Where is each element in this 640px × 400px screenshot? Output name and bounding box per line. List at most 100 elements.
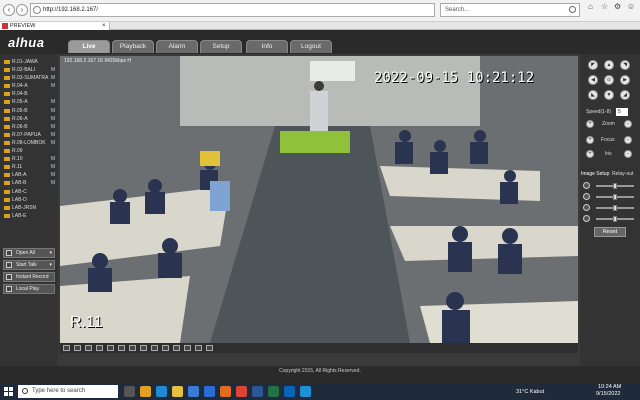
iris-open-button[interactable]: +: [586, 150, 594, 158]
channel-stream-type[interactable]: M: [51, 163, 55, 171]
outlook-icon[interactable]: [284, 386, 295, 397]
address-bar[interactable]: http://192.168.2.167/: [30, 3, 435, 17]
video-feed[interactable]: 192.168.2.167 16 9420kbps H 2022-09-15 1…: [60, 56, 578, 343]
grid-4-icon[interactable]: [74, 345, 81, 351]
channel-stream-type[interactable]: M: [51, 139, 55, 147]
channel-stream-type[interactable]: M: [51, 171, 55, 179]
layout-icon[interactable]: [129, 345, 136, 351]
file-explorer-icon[interactable]: [172, 386, 183, 397]
audio-icon[interactable]: [173, 345, 180, 351]
channel-stream-type[interactable]: M: [51, 131, 55, 139]
channel-item[interactable]: R.06-B M: [3, 123, 57, 131]
image-slider[interactable]: [596, 205, 634, 211]
channel-item[interactable]: LAB-C: [3, 188, 57, 196]
chrome-icon[interactable]: [236, 386, 247, 397]
start-talk-button[interactable]: Start Talk ▾: [3, 260, 55, 270]
pan-right-button[interactable]: ▶: [620, 75, 630, 85]
focus-far-button[interactable]: -: [624, 136, 632, 144]
tab-setup[interactable]: Setup: [200, 40, 242, 53]
mail-icon[interactable]: [204, 386, 215, 397]
channel-stream-type[interactable]: M: [51, 66, 55, 74]
slider-handle[interactable]: [613, 205, 617, 211]
channel-stream-type[interactable]: M: [51, 98, 55, 106]
browser-tab[interactable]: PREVIEW ×: [0, 22, 110, 30]
channel-stream-type[interactable]: M: [51, 123, 55, 131]
tab-live[interactable]: Live: [68, 40, 110, 53]
snapshot-icon[interactable]: [140, 345, 147, 351]
channel-item[interactable]: R.10 M: [3, 155, 57, 163]
pan-up-button[interactable]: ▲: [604, 60, 614, 70]
firefox-icon[interactable]: [220, 386, 231, 397]
weather-widget-icon[interactable]: [140, 386, 151, 397]
channel-item[interactable]: R.08-LOMBOK M: [3, 139, 57, 147]
channel-item[interactable]: R.05-A M: [3, 98, 57, 106]
tab-alarm[interactable]: Alarm: [156, 40, 198, 53]
zoom-in-button[interactable]: +: [586, 120, 594, 128]
zoom-out-button[interactable]: -: [624, 120, 632, 128]
image-setup-tab[interactable]: Image Setup: [581, 171, 609, 177]
slider-handle[interactable]: [613, 216, 617, 222]
pan-down-button[interactable]: ▼: [604, 90, 614, 100]
channel-stream-type[interactable]: M: [51, 179, 55, 187]
channel-item[interactable]: R.01-JAWA: [3, 58, 57, 66]
channel-stream-type[interactable]: M: [51, 115, 55, 123]
tab-playback[interactable]: Playback: [112, 40, 154, 53]
channel-item[interactable]: R.03-SUMATRA M: [3, 74, 57, 82]
local-play-button[interactable]: Local Play: [3, 284, 55, 294]
channel-stream-type[interactable]: M: [51, 155, 55, 163]
channel-item[interactable]: R.09: [3, 147, 57, 155]
channel-item[interactable]: R.11 M: [3, 163, 57, 171]
image-slider[interactable]: [596, 194, 634, 200]
browser-search-input[interactable]: Search...: [440, 3, 580, 17]
record-icon[interactable]: [151, 345, 158, 351]
slider-handle[interactable]: [613, 194, 617, 200]
pan-down-left-button[interactable]: ◣: [588, 90, 598, 100]
channel-item[interactable]: LAB-A M: [3, 171, 57, 179]
settings-icon[interactable]: ⚙: [614, 2, 621, 11]
image-slider[interactable]: [596, 183, 634, 189]
channel-item[interactable]: R.04-A M: [3, 82, 57, 90]
settings-icon[interactable]: [206, 345, 213, 351]
chevron-down-icon[interactable]: ▾: [49, 249, 52, 257]
iris-close-button[interactable]: -: [624, 150, 632, 158]
grid-16-icon[interactable]: [118, 345, 125, 351]
store-icon[interactable]: [188, 386, 199, 397]
reset-button[interactable]: Reset: [594, 227, 626, 237]
pan-left-button[interactable]: ◀: [588, 75, 598, 85]
relay-out-tab[interactable]: Relay-out: [612, 171, 633, 177]
channel-item[interactable]: R.06-A M: [3, 115, 57, 123]
clock-time[interactable]: 10:24 AM: [598, 384, 621, 390]
home-icon[interactable]: ⌂: [588, 2, 593, 11]
word-icon[interactable]: [252, 386, 263, 397]
back-button[interactable]: ‹: [3, 4, 15, 16]
smiley-icon[interactable]: ☺: [627, 2, 635, 11]
channel-item[interactable]: R.07-PAPUA M: [3, 131, 57, 139]
channel-item[interactable]: R.05-B M: [3, 107, 57, 115]
image-slider[interactable]: [596, 216, 634, 222]
channel-stream-type[interactable]: M: [51, 74, 55, 82]
pan-up-left-button[interactable]: ◤: [588, 60, 598, 70]
taskbar-search-input[interactable]: Type here to search: [18, 385, 118, 398]
tab-logout[interactable]: Logout: [290, 40, 332, 53]
channel-item[interactable]: R.02-BALI M: [3, 66, 57, 74]
channel-item[interactable]: R.04-B: [3, 90, 57, 98]
excel-icon[interactable]: [268, 386, 279, 397]
slider-handle[interactable]: [613, 183, 617, 189]
channel-stream-type[interactable]: M: [51, 107, 55, 115]
grid-1-icon[interactable]: [63, 345, 70, 351]
tab-close-icon[interactable]: ×: [102, 22, 106, 30]
favorites-icon[interactable]: ☆: [601, 2, 608, 11]
speed-select[interactable]: 5: [616, 108, 628, 116]
forward-button[interactable]: ›: [16, 4, 28, 16]
ptz-center-button[interactable]: ⊙: [604, 75, 614, 85]
open-all-button[interactable]: Open All ▾: [3, 248, 55, 258]
pan-up-right-button[interactable]: ◥: [620, 60, 630, 70]
channel-item[interactable]: LAB-JRSN: [3, 204, 57, 212]
channel-item[interactable]: LAB-D: [3, 196, 57, 204]
instant-record-button[interactable]: Instant Record: [3, 272, 55, 282]
channel-item[interactable]: LAB-B M: [3, 179, 57, 187]
tab-info[interactable]: Info: [246, 40, 288, 53]
channel-stream-type[interactable]: M: [51, 82, 55, 90]
ie-icon[interactable]: [300, 386, 311, 397]
clock-date[interactable]: 9/15/2022: [596, 391, 620, 397]
